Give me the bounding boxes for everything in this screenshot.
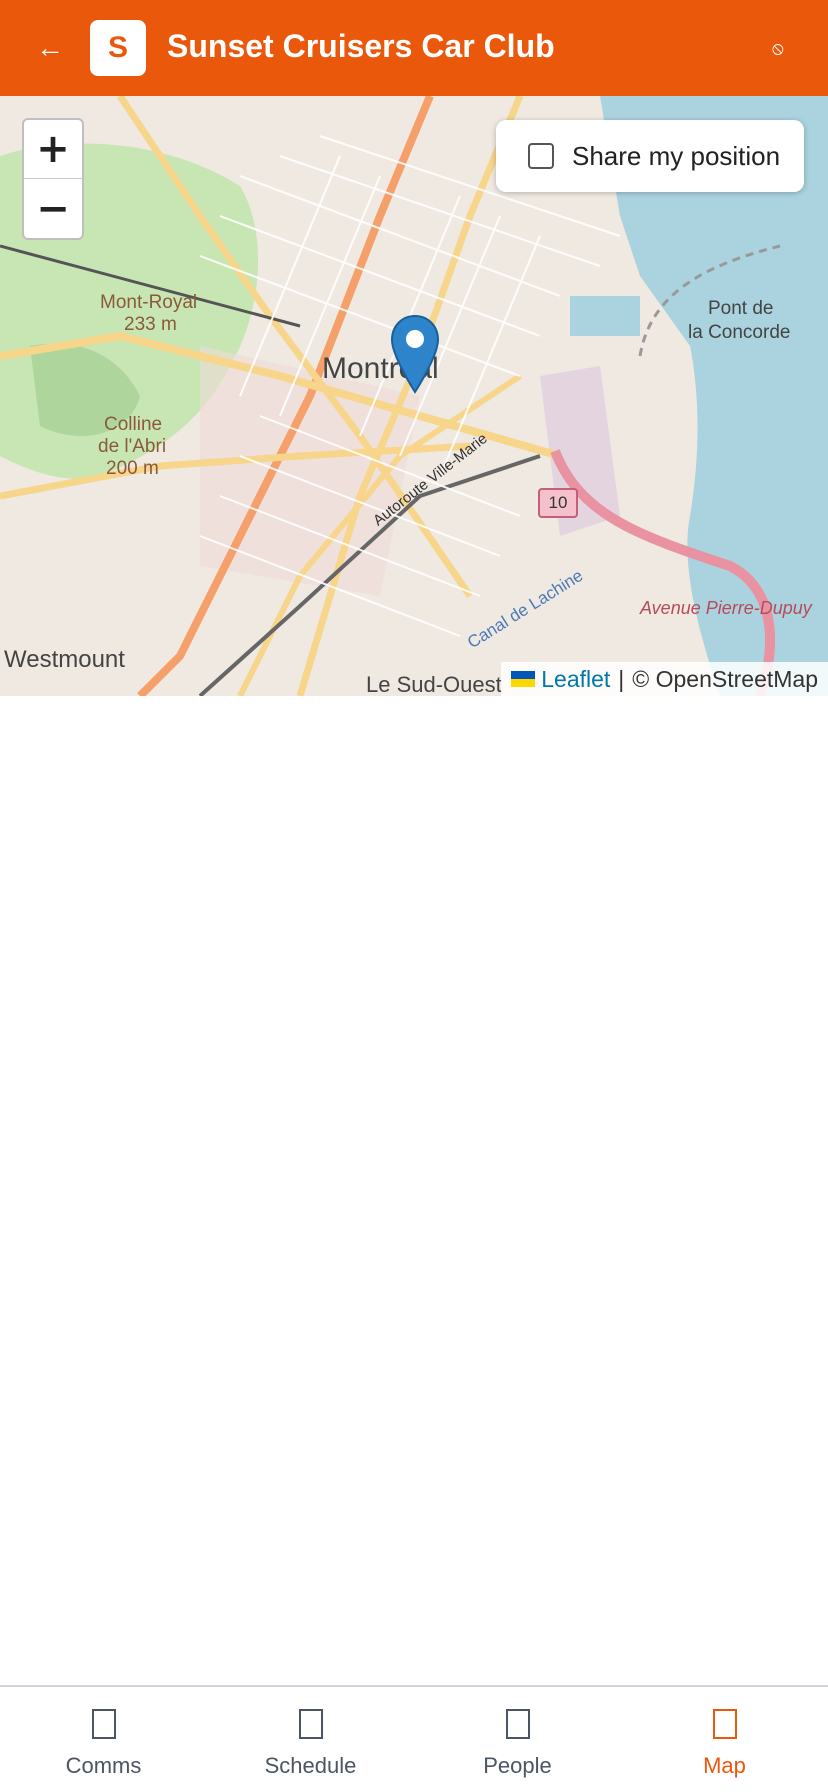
map-label-mont-royal-elev: 233 m [124, 314, 177, 335]
zoom-control: + − [22, 118, 84, 240]
nav-item-schedule[interactable]: Schedule [207, 1687, 414, 1792]
attribution-separator: | [618, 665, 625, 692]
map-label-mont-royal: Mont-Royal [100, 292, 198, 313]
nav-label-schedule: Schedule [264, 1753, 357, 1778]
page-title: Sunset Cruisers Car Club [167, 28, 555, 64]
nav-label-map: Map [703, 1753, 746, 1778]
map-label-colline-elev: 200 m [106, 458, 159, 479]
app-header: ← S Sunset Cruisers Car Club ⦸ [0, 0, 828, 96]
map-attribution: Leaflet | © OpenStreetMap [501, 662, 828, 696]
route-10-shield: 10 [538, 488, 578, 518]
status-icon[interactable]: ⦸ [772, 38, 784, 59]
map-label-westmount: Westmount [4, 646, 125, 673]
map-label-colline-2: de l'Abri [98, 436, 167, 457]
nav-item-map[interactable]: Map [621, 1687, 828, 1792]
map-marker-icon[interactable] [390, 314, 440, 394]
schedule-icon [298, 1709, 323, 1739]
leaflet-link[interactable]: Leaflet [541, 666, 610, 693]
people-icon [505, 1709, 530, 1739]
nav-item-comms[interactable]: Comms [0, 1687, 207, 1792]
share-position-label[interactable]: Share my position [572, 141, 780, 172]
map-view[interactable]: Mont-Royal 233 m Colline de l'Abri 200 m… [0, 96, 828, 696]
share-position-checkbox[interactable] [528, 143, 554, 169]
bottom-navigation: Comms Schedule People Map [0, 1685, 828, 1792]
comms-icon [91, 1709, 116, 1739]
zoom-in-button[interactable]: + [24, 120, 82, 179]
map-label-colline: Colline [104, 414, 163, 435]
map-label-sud-ouest: Le Sud-Ouest [366, 672, 502, 696]
nav-item-people[interactable]: People [414, 1687, 621, 1792]
map-label-avenue: Avenue Pierre-Dupuy [640, 598, 812, 618]
ukraine-flag-icon [511, 671, 536, 687]
map-icon [712, 1709, 737, 1739]
share-position-control[interactable]: Share my position [496, 120, 804, 192]
osm-attribution[interactable]: © OpenStreetMap [632, 666, 818, 693]
back-arrow-icon[interactable]: ← [36, 34, 64, 62]
map-label-pont: Pont de [708, 298, 774, 319]
nav-label-comms: Comms [65, 1753, 142, 1778]
zoom-out-button[interactable]: − [24, 179, 82, 238]
nav-label-people: People [483, 1753, 552, 1778]
map-label-pont-2: la Concorde [688, 322, 791, 343]
club-logo: S [90, 20, 146, 76]
